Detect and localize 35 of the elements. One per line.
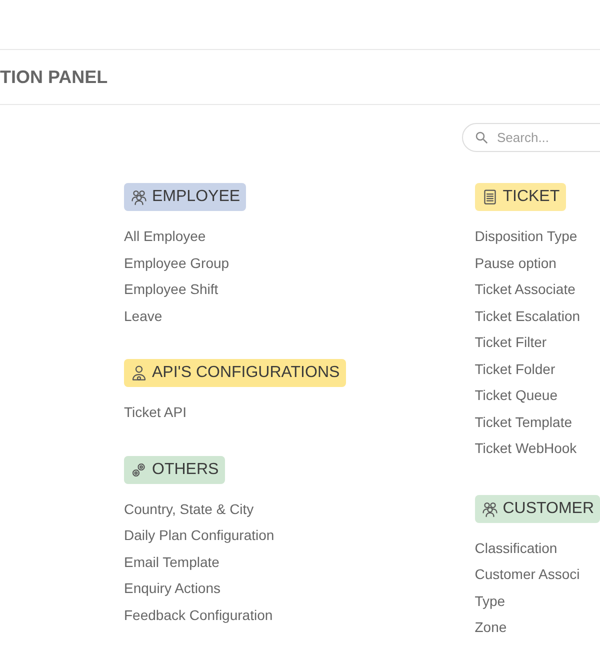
page-title: TION PANEL xyxy=(0,66,108,88)
menu-link[interactable]: Disposition Type xyxy=(474,223,580,250)
menu-link[interactable]: Customer Associ xyxy=(474,561,580,588)
section-title: API'S CONFIGURATIONS xyxy=(152,363,340,383)
people-icon xyxy=(480,500,499,518)
menu-link[interactable]: Feedback Configuration xyxy=(124,602,274,628)
section-title: CUSTOMER xyxy=(502,498,594,518)
people-icon xyxy=(130,188,148,206)
menu-link[interactable]: Email Template xyxy=(124,548,274,575)
search-icon xyxy=(474,130,489,145)
section-title: OTHERS xyxy=(152,460,219,480)
menu-link[interactable]: Ticket Queue xyxy=(474,382,580,408)
gears-icon xyxy=(130,460,148,478)
menu-link[interactable]: Employee Shift xyxy=(124,276,230,302)
menu-link[interactable]: Country, State & City xyxy=(124,496,274,522)
menu-link[interactable]: Pause option xyxy=(474,250,580,276)
search-field[interactable]: Search... xyxy=(462,123,600,152)
menu-link[interactable]: Ticket API xyxy=(124,399,187,426)
menu-link[interactable]: Type xyxy=(474,588,580,614)
menu-link[interactable]: Leave xyxy=(124,302,230,329)
menu-link[interactable]: Ticket WebHook xyxy=(474,435,580,462)
section-title: EMPLOYEE xyxy=(152,187,240,207)
section-title: TICKET xyxy=(502,187,560,207)
menu-link[interactable]: Daily Plan Configuration xyxy=(124,522,274,548)
menu-link[interactable]: Ticket Escalation xyxy=(474,302,580,329)
menu-link[interactable]: Classification xyxy=(474,534,580,561)
menu-link[interactable]: Enquiry Actions xyxy=(124,575,274,602)
person-gear-icon xyxy=(130,364,148,382)
menu-link[interactable]: Ticket Filter xyxy=(474,329,580,356)
menu-link[interactable]: Zone xyxy=(474,614,580,640)
menu-link[interactable]: All Employee xyxy=(124,223,230,250)
menu-link[interactable]: Ticket Template xyxy=(474,408,580,435)
menu-link[interactable]: Employee Group xyxy=(124,250,230,276)
menu-link[interactable]: Ticket Associate xyxy=(474,276,580,302)
menu-link[interactable]: Ticket Folder xyxy=(474,356,580,382)
